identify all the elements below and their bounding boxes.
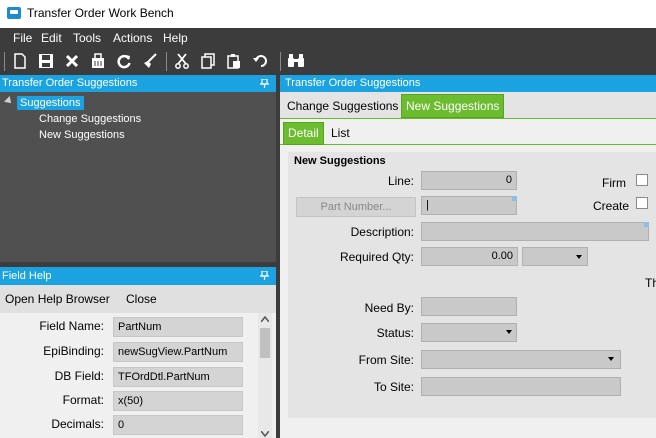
menu-edit[interactable]: Edit bbox=[41, 31, 62, 45]
db-field-value[interactable]: TFOrdDtl.PartNum bbox=[113, 367, 243, 387]
field-name-value[interactable]: PartNum bbox=[113, 317, 243, 337]
chevron-down-icon[interactable] bbox=[608, 357, 614, 361]
paste-icon[interactable] bbox=[225, 52, 243, 70]
refresh-icon[interactable] bbox=[115, 52, 133, 70]
field-help-title: Field Help bbox=[2, 270, 52, 282]
window-title: Transfer Order Work Bench bbox=[27, 6, 174, 20]
scroll-down-icon[interactable] bbox=[261, 431, 269, 437]
create-checkbox[interactable] bbox=[636, 197, 648, 209]
to-site-label: To Site: bbox=[373, 380, 414, 394]
menu-help[interactable]: Help bbox=[163, 31, 188, 45]
field-help-body: Field Name: PartNum EpiBinding: newSugVi… bbox=[0, 313, 276, 438]
tree-item-change-suggestions[interactable]: Change Suggestions bbox=[39, 113, 141, 125]
line-label: Line: bbox=[387, 174, 414, 188]
chevron-down-icon[interactable] bbox=[576, 255, 582, 259]
menu-file[interactable]: File bbox=[13, 31, 32, 45]
right-panel-header: Transfer Order Suggestions bbox=[280, 75, 656, 92]
close-help-button[interactable]: Close bbox=[126, 292, 157, 306]
tab-change-suggestions[interactable]: Change Suggestions bbox=[283, 95, 402, 119]
description-label: Description: bbox=[350, 225, 414, 239]
from-site-label: From Site: bbox=[358, 353, 414, 367]
left-panel-title: Transfer Order Suggestions bbox=[2, 77, 138, 89]
tree-item-new-suggestions[interactable]: New Suggestions bbox=[39, 129, 125, 141]
tab-list[interactable]: List bbox=[327, 122, 354, 146]
right-panel-title: Transfer Order Suggestions bbox=[285, 77, 421, 89]
decimals-value[interactable]: 0 bbox=[113, 415, 243, 435]
clear-icon[interactable] bbox=[89, 52, 107, 70]
app-icon bbox=[7, 7, 21, 19]
decimals-label: Decimals: bbox=[51, 417, 104, 431]
undo-icon[interactable] bbox=[251, 52, 269, 70]
tree-item-suggestions[interactable]: Suggestions bbox=[17, 96, 84, 110]
clear-form-icon[interactable] bbox=[141, 52, 159, 70]
menu-actions[interactable]: Actions bbox=[113, 31, 152, 45]
left-panel-header: Transfer Order Suggestions bbox=[0, 75, 276, 92]
group-title: New Suggestions bbox=[294, 155, 386, 167]
required-qty-field[interactable]: 0.00 bbox=[421, 247, 518, 266]
format-label: Format: bbox=[62, 393, 104, 407]
need-by-label: Need By: bbox=[364, 301, 414, 315]
new-icon[interactable] bbox=[11, 52, 29, 70]
menu-tools[interactable]: Tools bbox=[73, 31, 101, 45]
save-icon[interactable] bbox=[37, 52, 55, 70]
tree-expand-icon[interactable] bbox=[4, 96, 14, 106]
pin-icon[interactable] bbox=[260, 271, 269, 280]
cut-icon[interactable] bbox=[173, 52, 191, 70]
toolbar-separator bbox=[4, 52, 5, 71]
firm-label: Firm bbox=[602, 176, 626, 190]
scrollbar-thumb[interactable] bbox=[260, 328, 270, 358]
delete-icon[interactable] bbox=[63, 52, 81, 70]
tab-detail[interactable]: Detail bbox=[283, 122, 324, 145]
field-name-label: Field Name: bbox=[39, 319, 104, 333]
field-indicator bbox=[644, 222, 649, 227]
menu-bar: File Edit Tools Actions Help bbox=[0, 28, 656, 48]
suggestions-tree: Suggestions Change Suggestions New Sugge… bbox=[0, 92, 276, 262]
db-field-label: DB Field: bbox=[54, 369, 104, 383]
suggestion-tabs: Change Suggestions New Suggestions bbox=[280, 92, 656, 119]
field-help-header: Field Help bbox=[0, 267, 276, 285]
epibinding-label: EpiBinding: bbox=[43, 344, 104, 358]
field-help-toolbar: Open Help Browser Close bbox=[0, 285, 276, 313]
status-label: Status: bbox=[376, 326, 414, 340]
detail-tabs: Detail List bbox=[280, 121, 656, 145]
status-dropdown[interactable] bbox=[421, 323, 517, 342]
from-site-dropdown[interactable] bbox=[421, 350, 621, 369]
part-number-button[interactable]: Part Number... bbox=[296, 197, 416, 217]
copy-icon[interactable] bbox=[199, 52, 217, 70]
field-indicator bbox=[512, 196, 517, 201]
search-binoculars-icon[interactable] bbox=[287, 52, 305, 70]
tab-new-suggestions[interactable]: New Suggestions bbox=[401, 94, 505, 118]
pin-icon[interactable] bbox=[260, 79, 269, 88]
toolbar-separator bbox=[166, 52, 167, 71]
open-help-browser-button[interactable]: Open Help Browser bbox=[5, 292, 110, 306]
need-by-field[interactable] bbox=[421, 297, 517, 316]
toolbar-separator bbox=[280, 52, 281, 71]
chevron-down-icon[interactable] bbox=[506, 330, 512, 334]
required-qty-label: Required Qty: bbox=[339, 250, 414, 264]
scroll-up-icon[interactable] bbox=[261, 316, 269, 322]
truncated-label: Th bbox=[645, 276, 656, 290]
description-field[interactable] bbox=[421, 222, 649, 241]
epibinding-value[interactable]: newSugView.PartNum bbox=[113, 342, 243, 362]
firm-checkbox[interactable] bbox=[636, 174, 648, 186]
to-site-field[interactable] bbox=[421, 377, 621, 396]
line-field[interactable]: 0 bbox=[421, 171, 517, 190]
create-label: Create bbox=[593, 199, 630, 213]
title-bar: Transfer Order Work Bench bbox=[0, 0, 656, 28]
format-value[interactable]: x(50) bbox=[113, 391, 243, 411]
part-number-field[interactable]: | bbox=[421, 196, 517, 215]
toolbar bbox=[0, 48, 656, 75]
